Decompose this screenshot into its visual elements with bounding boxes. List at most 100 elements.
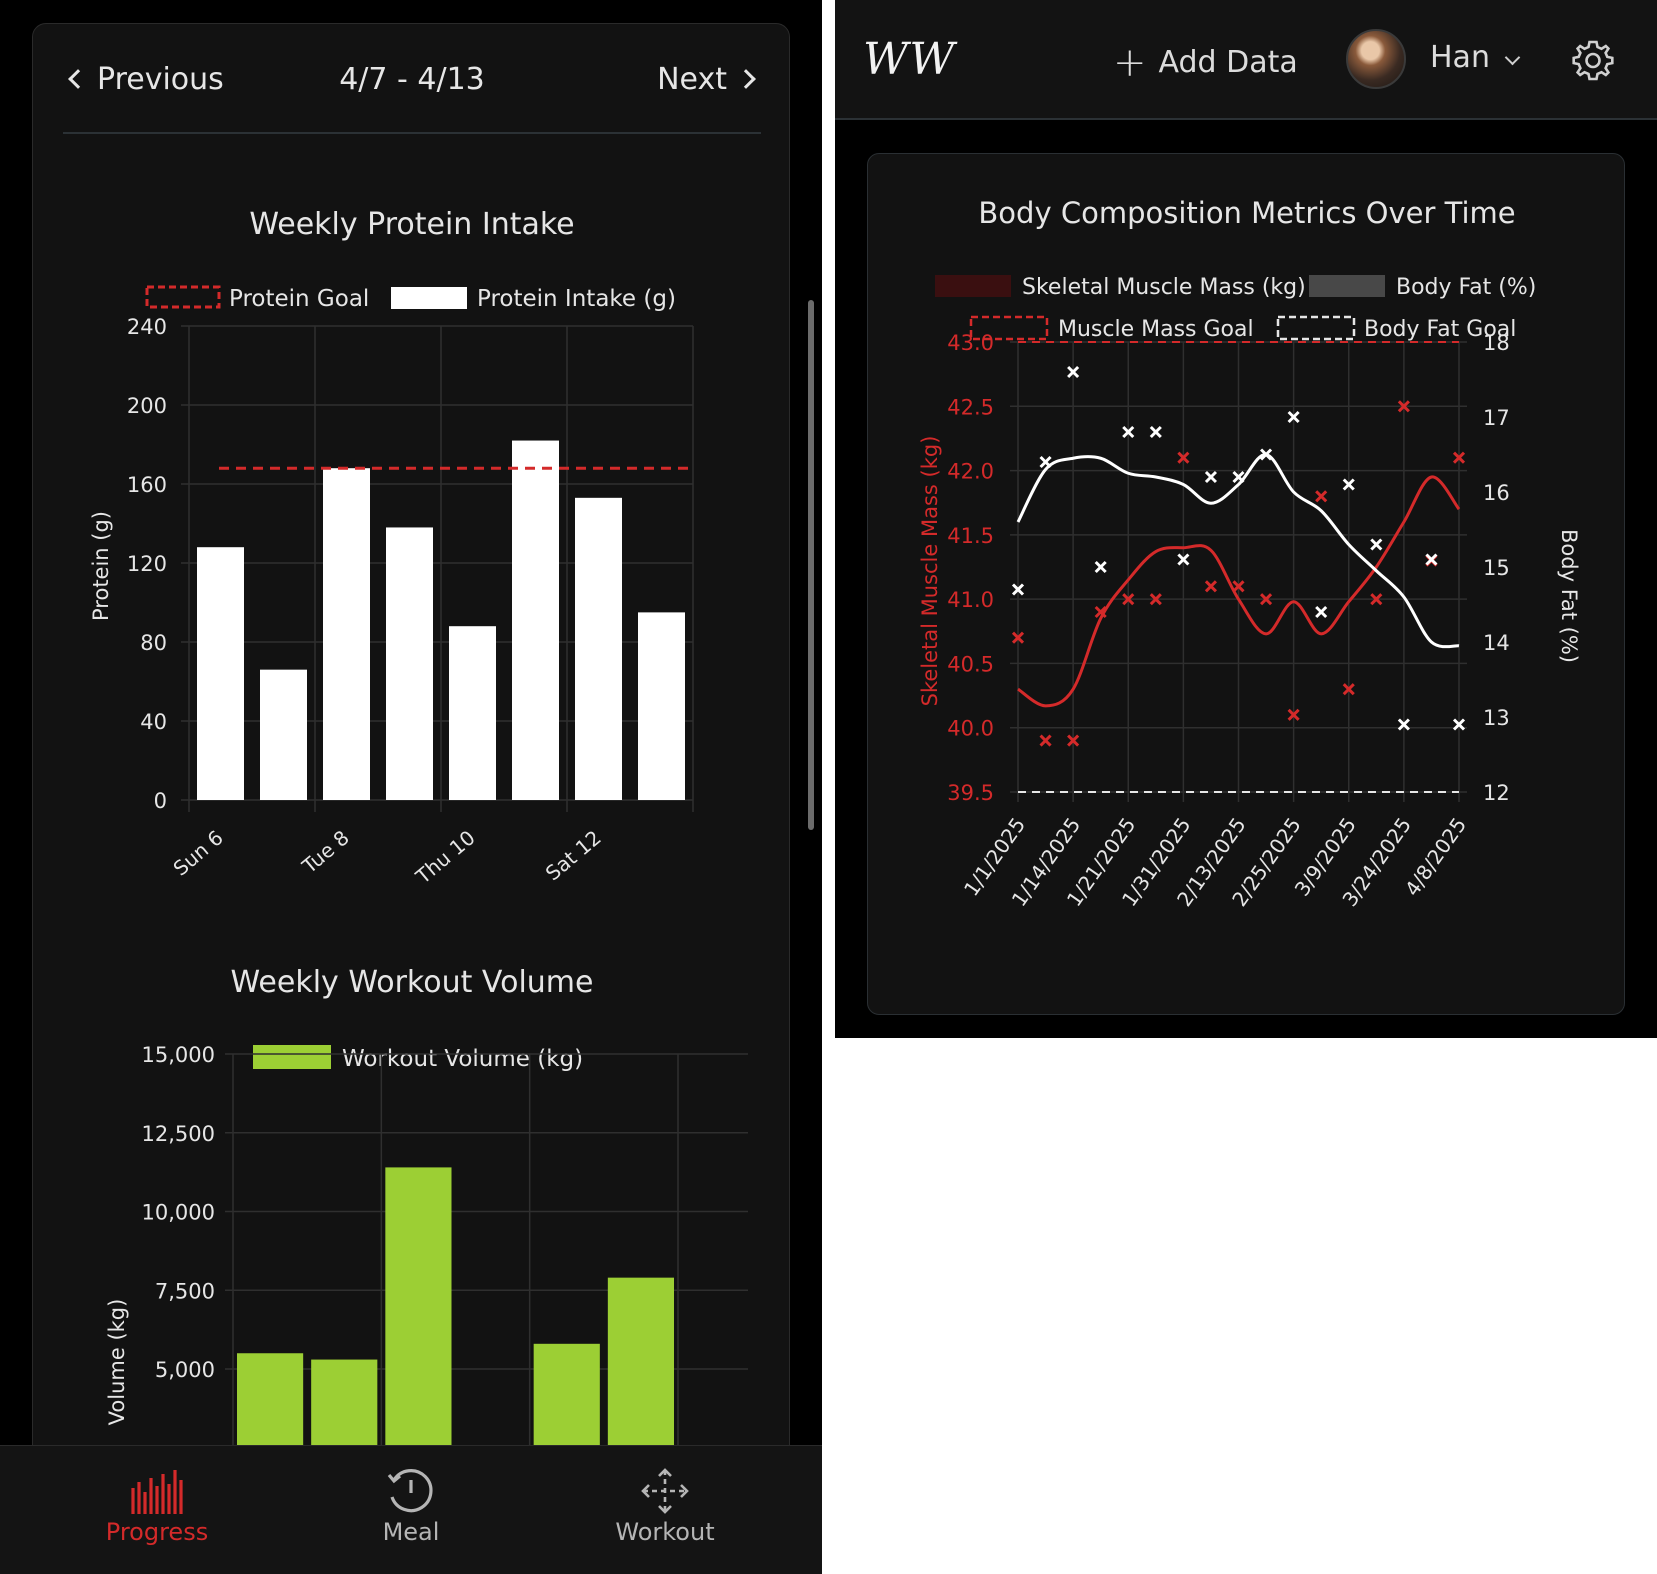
tab-workout[interactable]: Workout — [528, 1446, 802, 1574]
bar — [575, 497, 622, 800]
legend-label-goal: Protein Goal — [229, 286, 369, 312]
y-tick-label: 40 — [140, 710, 167, 734]
chart-legend: Skeletal Muscle Mass (kg) Body Fat (%) M… — [935, 275, 1536, 342]
y-axis-ticks: 0 40 80 120 160 200 240 — [127, 315, 167, 813]
y-left-tick-label: 39.5 — [947, 781, 994, 805]
y-axis-label: Volume (kg) — [105, 1299, 129, 1426]
x-axis-ticks: Sun 6 Tue 8 Thu 10 Sat 12 — [169, 825, 606, 889]
legend-label-muscle: Skeletal Muscle Mass (kg) — [1022, 275, 1306, 300]
legend-swatch-fat — [1309, 275, 1385, 297]
week-navigation: Previous 4/7 - 4/13 Next — [33, 24, 789, 134]
tab-meal[interactable]: Meal — [274, 1446, 548, 1574]
y-tick-label: 160 — [127, 473, 167, 497]
y-right-tick-label: 17 — [1483, 406, 1510, 430]
legend-label-volume: Workout Volume (kg) — [342, 1046, 583, 1072]
x-axis-ticks: 1/1/20251/14/20251/21/20251/31/20252/13/… — [959, 813, 1471, 911]
desktop-panel: WW + Add Data Han Body Composition Metric… — [835, 0, 1657, 1038]
add-data-button[interactable]: + Add Data — [1113, 40, 1298, 86]
y-left-ticks: 39.5 40.0 40.5 41.0 41.5 42.0 42.5 43.0 — [947, 331, 994, 805]
data-point — [1425, 553, 1438, 566]
plus-icon: + — [1113, 40, 1147, 86]
divider — [63, 132, 761, 134]
bottom-navigation: Progress Meal Workout — [0, 1445, 822, 1574]
x-tick-label: Sun 6 — [169, 825, 228, 880]
grid — [1010, 341, 1467, 802]
y-tick-label: 240 — [127, 315, 167, 339]
scrollbar[interactable] — [808, 300, 814, 830]
x-tick-label: Thu 10 — [410, 825, 479, 889]
bar — [512, 440, 559, 800]
data-point — [1039, 455, 1052, 469]
data-point — [1149, 425, 1162, 439]
chart-title: Body Composition Metrics Over Time — [978, 196, 1515, 230]
bar — [323, 468, 370, 800]
bar — [638, 612, 685, 800]
y-tick-label: 15,000 — [142, 1043, 215, 1067]
tab-label: Progress — [105, 1518, 209, 1546]
y-tick-label: 5,000 — [155, 1358, 215, 1382]
add-data-label: Add Data — [1158, 45, 1298, 80]
y-tick-label: 200 — [127, 394, 167, 418]
app-logo[interactable]: WW — [863, 34, 955, 85]
history-icon — [387, 1469, 433, 1513]
y-tick-label: 0 — [154, 789, 167, 813]
y-right-tick-label: 15 — [1483, 556, 1510, 580]
data-point — [1204, 580, 1217, 593]
next-week-button[interactable]: Next — [657, 62, 756, 97]
y-left-tick-label: 41.0 — [947, 588, 994, 612]
tab-progress[interactable]: Progress — [20, 1446, 294, 1574]
y-left-tick-label: 41.5 — [947, 524, 994, 548]
top-app-bar: WW + Add Data Han — [835, 0, 1657, 120]
legend-swatch-goal — [145, 285, 221, 309]
gear-icon[interactable] — [1570, 38, 1616, 84]
legend-swatch-fat-goal — [1276, 315, 1356, 341]
y-left-tick-label: 43.0 — [947, 331, 994, 355]
x-tick-label: Tue 8 — [297, 825, 354, 878]
y-tick-label: 80 — [140, 631, 167, 655]
chart-title: Weekly Protein Intake — [249, 207, 574, 242]
y-axis-label: Protein (g) — [89, 511, 113, 621]
y-left-tick-label: 40.0 — [947, 717, 994, 741]
data-point — [1039, 734, 1052, 747]
y-right-tick-label: 18 — [1483, 331, 1510, 355]
avatar[interactable] — [1346, 29, 1406, 89]
data-point — [1370, 538, 1383, 551]
progress-card: Previous 4/7 - 4/13 Next Weekly Protein … — [32, 23, 790, 1503]
x-tick-label: Sat 12 — [541, 825, 606, 885]
protein-intake-chart: Weekly Protein Intake Protein Goal Prote… — [89, 207, 694, 889]
bar — [386, 527, 433, 800]
bar — [260, 669, 307, 800]
next-label: Next — [657, 62, 727, 97]
chevron-down-icon[interactable] — [1504, 49, 1521, 66]
chart-legend: Workout Volume (kg) — [253, 1045, 583, 1072]
y-tick-label: 7,500 — [155, 1279, 215, 1303]
legend-label-muscle-goal: Muscle Mass Goal — [1058, 317, 1254, 342]
y-right-axis-label: Body Fat (%) — [1557, 529, 1581, 663]
data-point — [1094, 560, 1107, 574]
y-left-tick-label: 40.5 — [947, 652, 994, 676]
y-right-tick-label: 13 — [1483, 706, 1510, 730]
legend-swatch-volume — [253, 1045, 331, 1069]
data-point — [1315, 605, 1328, 619]
mobile-progress-panel: Previous 4/7 - 4/13 Next Weekly Protein … — [0, 0, 822, 1574]
y-right-tick-label: 16 — [1483, 481, 1510, 505]
chevron-right-icon — [736, 68, 756, 89]
body-composition-card: Body Composition Metrics Over Time Skele… — [867, 153, 1625, 1015]
bar-chart-icon — [131, 1470, 183, 1514]
y-left-tick-label: 42.0 — [947, 460, 994, 484]
tab-label: Meal — [382, 1518, 440, 1546]
y-tick-label: 12,500 — [142, 1122, 215, 1146]
workout-volume-chart: Weekly Workout Volume Workout Volume (kg… — [105, 965, 748, 1496]
legend-swatch-intake — [391, 287, 467, 309]
y-axis-ticks: 5,000 7,500 10,000 12,500 15,000 — [142, 1043, 215, 1382]
user-menu[interactable]: Han — [1430, 40, 1490, 75]
chart-title: Weekly Workout Volume — [231, 965, 594, 1000]
y-right-tick-label: 14 — [1483, 631, 1510, 655]
data-point — [1204, 470, 1217, 484]
y-tick-label: 10,000 — [142, 1201, 215, 1225]
tab-label: Workout — [615, 1518, 715, 1546]
body-composition-chart: Body Composition Metrics Over Time Skele… — [918, 196, 1581, 911]
chart-legend: Protein Goal Protein Intake (g) — [145, 285, 676, 312]
legend-swatch-muscle — [935, 275, 1011, 297]
legend-label-fat: Body Fat (%) — [1396, 275, 1536, 300]
